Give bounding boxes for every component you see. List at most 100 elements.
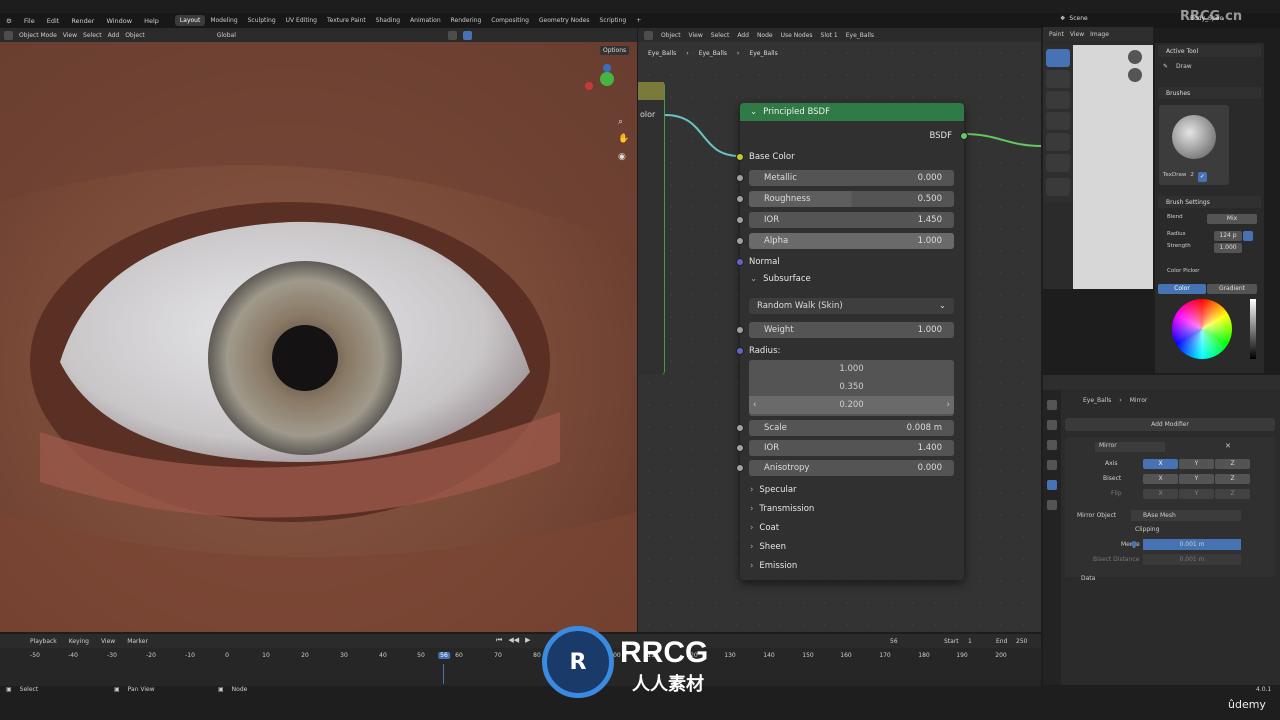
tab-modeling[interactable]: Modeling (205, 15, 242, 26)
timeline-view[interactable]: View (101, 638, 115, 645)
menu-edit[interactable]: Edit (41, 17, 66, 25)
normal-socket[interactable] (736, 257, 744, 266)
merge-checkbox[interactable] (1131, 541, 1137, 547)
radius-y-field[interactable]: 0.350 (749, 378, 954, 396)
scale-socket[interactable] (736, 423, 744, 432)
subsurface-panel[interactable]: ⌄ Subsurface (750, 274, 811, 284)
tab-texture-paint[interactable]: Texture Paint (322, 15, 371, 26)
gizmo-x-axis-icon[interactable] (585, 82, 593, 90)
axis-y-toggle[interactable]: Y (1179, 459, 1214, 469)
emission-panel[interactable]: › Emission (750, 561, 797, 571)
radius-x-field[interactable]: 1.000 (749, 360, 954, 378)
mask-brush-icon[interactable] (1046, 154, 1070, 172)
shading-solid-icon[interactable] (447, 30, 457, 40)
axis-x-toggle[interactable]: X (1143, 459, 1178, 469)
scale-field[interactable]: Scale 0.008 m (749, 419, 954, 436)
weight-socket[interactable] (736, 325, 744, 334)
menu-window[interactable]: Window (100, 17, 138, 25)
metallic-field[interactable]: Metallic 0.000 (749, 169, 954, 186)
soften-brush-icon[interactable] (1046, 70, 1070, 88)
node-menu-select[interactable]: Select (711, 32, 730, 39)
viewport-menu-add[interactable]: Add (108, 32, 120, 39)
render-tab-icon[interactable] (1047, 420, 1057, 430)
tab-animation[interactable]: Animation (405, 15, 446, 26)
prev-key-icon[interactable]: ◀◀ (508, 636, 519, 645)
timeline-playback[interactable]: Playback (30, 638, 57, 645)
tool-tab-icon[interactable] (1047, 400, 1057, 410)
playhead[interactable] (443, 664, 444, 684)
image-canvas[interactable] (1073, 45, 1153, 289)
start-frame-field[interactable]: 1 (968, 638, 972, 645)
principled-bsdf-node[interactable]: ⌄ Principled BSDF BSDF Base Color Metalli… (736, 103, 968, 580)
annotate-icon[interactable] (1046, 178, 1070, 196)
clipping-checkbox[interactable]: Clipping (1135, 526, 1159, 533)
current-frame-field[interactable]: 56 (890, 638, 898, 645)
blend-dropdown[interactable]: Mix (1207, 214, 1257, 224)
node-header[interactable]: ⌄ Principled BSDF (740, 103, 964, 121)
material-selector[interactable]: Eye_Balls (846, 32, 874, 39)
tab-layout[interactable]: Layout (174, 15, 206, 26)
radius-field[interactable]: 124 p (1214, 231, 1242, 241)
material-tab-icon[interactable] (1047, 500, 1057, 510)
flip-z-toggle[interactable]: Z (1215, 489, 1250, 499)
image-menu-view[interactable]: View (1070, 31, 1084, 38)
active-tool-header[interactable]: Active Tool (1158, 45, 1261, 57)
draw-brush-icon[interactable] (1046, 49, 1070, 67)
brushes-header[interactable]: Brushes (1158, 87, 1261, 99)
bisect-y-toggle[interactable]: Y (1179, 474, 1214, 484)
transform-orientation[interactable]: Global (217, 32, 236, 39)
strength-field[interactable]: 1.000 (1214, 243, 1242, 253)
viewport-menu-select[interactable]: Select (83, 32, 102, 39)
scene-selector[interactable]: ❖ Scene (1060, 15, 1088, 22)
slot-selector[interactable]: Slot 1 (821, 32, 838, 39)
tab-geometry-nodes[interactable]: Geometry Nodes (534, 15, 595, 26)
gizmo-y-axis-icon[interactable] (600, 72, 614, 86)
bisect-x-toggle[interactable]: X (1143, 474, 1178, 484)
specular-panel[interactable]: › Specular (750, 485, 797, 495)
props-modifier-context[interactable]: Mirror (1130, 397, 1148, 404)
node-editor-type-icon[interactable] (644, 30, 653, 40)
node-menu-add[interactable]: Add (737, 32, 749, 39)
radius-socket[interactable] (736, 346, 744, 355)
anisotropy-field[interactable]: Anisotropy 0.000 (749, 459, 954, 476)
add-modifier-button[interactable]: Add Modifier (1065, 418, 1275, 431)
data-subpanel[interactable]: Data (1081, 575, 1095, 582)
timeline-ruler[interactable]: -50-40-30-20-100102030405056607080901001… (0, 652, 1041, 664)
clone-brush-icon[interactable] (1046, 112, 1070, 130)
flip-y-toggle[interactable]: Y (1179, 489, 1214, 499)
pan-hand-icon[interactable]: ✋ (618, 134, 629, 144)
merge-field[interactable]: 0.001 m (1143, 539, 1241, 550)
end-frame-field[interactable]: 250 (1016, 638, 1027, 645)
sheen-panel[interactable]: › Sheen (750, 542, 786, 552)
timeline[interactable]: Playback Keying View Marker ⏮ ◀◀ ▶ 56 Star… (0, 634, 1041, 686)
close-icon[interactable]: ✕ (1225, 442, 1231, 450)
tab-rendering[interactable]: Rendering (446, 15, 487, 26)
mirror-object-field[interactable]: BAse Mesh (1131, 510, 1241, 521)
collapse-chevron-icon[interactable]: ⌄ (750, 107, 757, 117)
pan-hand-icon[interactable] (1128, 68, 1142, 82)
gizmo-z-axis-icon[interactable] (603, 64, 611, 72)
alpha-socket[interactable] (736, 236, 744, 245)
coat-panel[interactable]: › Coat (750, 523, 779, 533)
anisotropy-socket[interactable] (736, 463, 744, 472)
zoom-icon[interactable]: ⌕ (618, 117, 623, 127)
weight-field[interactable]: Weight 1.000 (749, 321, 954, 338)
ior-field[interactable]: IOR 1.450 (749, 211, 954, 228)
metallic-socket[interactable] (736, 173, 744, 182)
ior-socket[interactable] (736, 215, 744, 224)
mode-selector[interactable]: Object Mode (19, 32, 57, 39)
transmission-panel[interactable]: › Transmission (750, 504, 814, 514)
use-nodes-checkbox[interactable]: Use Nodes (781, 32, 813, 39)
alpha-field[interactable]: Alpha 1.000 (749, 232, 954, 249)
smear-brush-icon[interactable] (1046, 91, 1070, 109)
viewport-menu-view[interactable]: View (63, 32, 77, 39)
bisect-z-toggle[interactable]: Z (1215, 474, 1250, 484)
tab-uv-editing[interactable]: UV Editing (281, 15, 322, 26)
base-color-socket[interactable] (736, 152, 744, 161)
tab-color[interactable]: Color (1158, 284, 1206, 294)
tab-compositing[interactable]: Compositing (486, 15, 534, 26)
image-menu-image[interactable]: Image (1090, 31, 1109, 38)
brush-preview[interactable]: TexDraw 2 ✓ (1159, 105, 1229, 185)
brush-settings-header[interactable]: Brush Settings (1158, 196, 1261, 208)
menu-file[interactable]: File (18, 17, 41, 25)
